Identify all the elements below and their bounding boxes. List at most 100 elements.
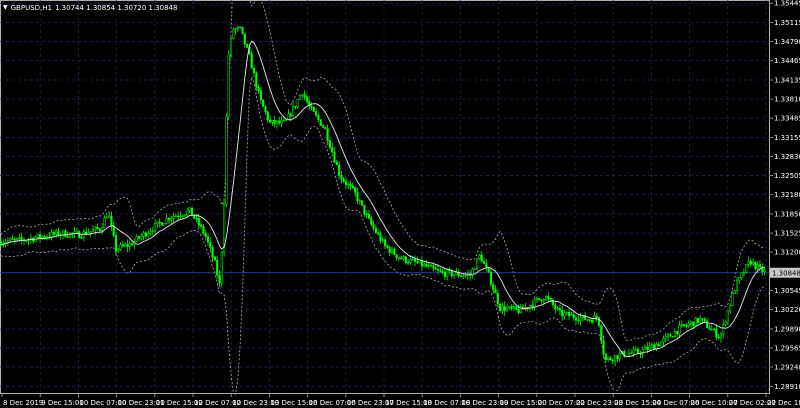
- candle-body: [287, 113, 290, 120]
- candle-body: [648, 345, 651, 350]
- price-chart[interactable]: 1.35445 1.35115 1.34790 1.34465 1.34135 1.338…: [0, 0, 800, 408]
- candle-body: [450, 270, 453, 277]
- candle-body: [227, 54, 230, 117]
- candle-body: [459, 275, 463, 277]
- candle-body: [708, 327, 711, 330]
- candle-body: [292, 106, 295, 117]
- candle-body: [733, 290, 736, 294]
- candle-body: [344, 181, 348, 185]
- candle-body: [664, 336, 667, 339]
- candle-body: [758, 264, 762, 268]
- candle-body: [225, 116, 228, 205]
- candle-body: [685, 325, 688, 327]
- candle-body: [726, 310, 729, 323]
- candle-body: [126, 244, 129, 247]
- candle-body: [317, 114, 320, 120]
- candle-body: [678, 325, 681, 335]
- candle-body: [280, 120, 283, 124]
- price-tick-label: 1.29240: [774, 364, 800, 372]
- candle-body: [692, 321, 695, 327]
- candle-body: [735, 280, 739, 291]
- candle-body: [135, 236, 138, 242]
- chart-window[interactable]: 1.35445 1.35115 1.34790 1.34465 1.34135 1.338…: [0, 0, 800, 408]
- candle-body: [121, 244, 124, 247]
- candle-body: [616, 355, 619, 359]
- candle-body: [331, 147, 334, 153]
- candle-body: [50, 232, 53, 238]
- candle-body: [473, 268, 476, 270]
- candle-body: [597, 317, 601, 326]
- candle-body: [563, 312, 566, 317]
- candle-body: [501, 306, 504, 311]
- candle-body: [271, 120, 274, 123]
- candle-body: [749, 260, 752, 265]
- candle-body: [110, 215, 113, 226]
- candle-body: [342, 179, 345, 182]
- candle-body: [549, 298, 552, 301]
- candle-body: [738, 277, 741, 282]
- candle-body: [614, 355, 617, 362]
- candle-body: [411, 258, 414, 261]
- candle-body: [324, 127, 327, 130]
- candle-body: [669, 334, 672, 337]
- candle-body: [188, 207, 191, 212]
- candle-body: [200, 225, 203, 227]
- candle-body: [262, 99, 265, 107]
- candle-body: [197, 218, 200, 226]
- candle-body: [487, 267, 490, 273]
- candle-body: [618, 353, 621, 359]
- candle-body: [124, 244, 127, 247]
- candle-body: [653, 344, 656, 350]
- candle-body: [701, 318, 704, 320]
- candle-body: [128, 243, 131, 247]
- candle-body: [202, 226, 205, 234]
- candle-body: [752, 261, 755, 265]
- candle-body: [335, 161, 338, 166]
- candle-body: [535, 298, 538, 300]
- candle-body: [177, 215, 180, 218]
- candle-body: [321, 125, 325, 128]
- time-tick-label: 9 Dec 15:00: [41, 399, 84, 407]
- candle-body: [388, 247, 391, 253]
- candle-body: [430, 265, 433, 267]
- candle-body: [73, 231, 76, 234]
- price-tick-label: 1.34465: [774, 57, 800, 65]
- candle-body: [687, 323, 690, 326]
- candle-body: [673, 331, 676, 337]
- triangle-down-icon[interactable]: ▼: [3, 4, 8, 11]
- price-tick-label: 1.28910: [774, 383, 800, 391]
- candle-body: [16, 238, 19, 240]
- candle-body: [453, 274, 456, 277]
- candle-body: [632, 349, 635, 354]
- candle-body: [213, 256, 216, 261]
- candle-body: [729, 305, 732, 312]
- candle-body: [423, 263, 426, 267]
- candle-body: [131, 243, 134, 246]
- candle-body: [731, 293, 734, 306]
- candle-body: [358, 200, 361, 202]
- candle-body: [142, 232, 145, 237]
- price-tick-label: 1.31200: [774, 249, 800, 257]
- candle-body: [586, 319, 589, 321]
- candle-body: [413, 258, 417, 262]
- candle-body: [252, 68, 256, 74]
- candle-body: [719, 333, 722, 338]
- candle-body: [627, 353, 630, 357]
- candle-body: [278, 120, 281, 124]
- price-tick-label: 1.32180: [774, 191, 800, 199]
- envelope-upper-line: [0, 0, 765, 342]
- candle-body: [367, 213, 371, 219]
- candle-body: [195, 217, 198, 220]
- price-tick-label: 1.33155: [774, 134, 800, 142]
- candle-body: [756, 264, 759, 269]
- price-tick-label: 1.29890: [774, 325, 800, 333]
- price-tick-label: 1.35115: [774, 19, 800, 27]
- candle-body: [512, 306, 515, 309]
- candle-body: [183, 214, 187, 217]
- price-tick-label: 1.32505: [774, 172, 800, 180]
- candle-body: [390, 248, 394, 253]
- candle-body: [250, 53, 253, 69]
- candle-body: [190, 207, 193, 216]
- candle-body: [117, 248, 120, 252]
- candle-body: [480, 254, 483, 262]
